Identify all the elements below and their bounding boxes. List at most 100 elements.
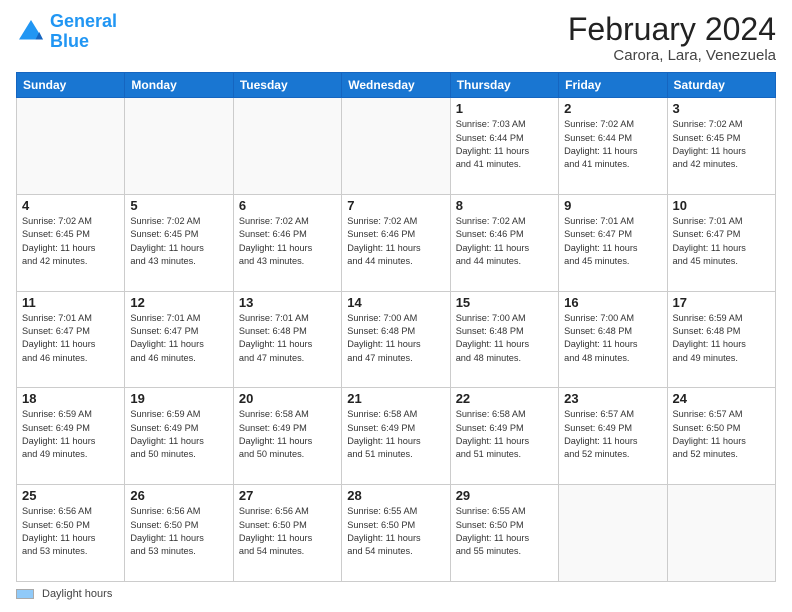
day-info: Sunrise: 7:01 AM Sunset: 6:47 PM Dayligh… <box>673 215 770 268</box>
logo-icon <box>16 17 46 47</box>
calendar-cell: 1 Sunrise: 7:03 AM Sunset: 6:44 PM Daylig… <box>450 98 558 195</box>
calendar-cell: 25 Sunrise: 6:56 AM Sunset: 6:50 PM Dayli… <box>17 485 125 582</box>
day-number: 8 <box>456 198 553 213</box>
day-info: Sunrise: 6:58 AM Sunset: 6:49 PM Dayligh… <box>239 408 336 461</box>
day-number: 25 <box>22 488 119 503</box>
logo-text: General Blue <box>50 12 117 52</box>
calendar-cell: 26 Sunrise: 6:56 AM Sunset: 6:50 PM Dayli… <box>125 485 233 582</box>
day-info: Sunrise: 7:01 AM Sunset: 6:48 PM Dayligh… <box>239 312 336 365</box>
page: General Blue February 2024 Carora, Lara,… <box>0 0 792 612</box>
calendar-cell <box>233 98 341 195</box>
calendar-cell <box>342 98 450 195</box>
calendar-cell: 5 Sunrise: 7:02 AM Sunset: 6:45 PM Daylig… <box>125 194 233 291</box>
week-row-2: 11Sunrise: 7:01 AM Sunset: 6:47 PM Dayli… <box>17 291 776 388</box>
day-info: Sunrise: 6:58 AM Sunset: 6:49 PM Dayligh… <box>456 408 553 461</box>
day-number: 15 <box>456 295 553 310</box>
day-info: Sunrise: 6:59 AM Sunset: 6:49 PM Dayligh… <box>22 408 119 461</box>
calendar-cell: 21Sunrise: 6:58 AM Sunset: 6:49 PM Dayli… <box>342 388 450 485</box>
day-header-tuesday: Tuesday <box>233 73 341 98</box>
day-number: 26 <box>130 488 227 503</box>
week-row-0: 1 Sunrise: 7:03 AM Sunset: 6:44 PM Daylig… <box>17 98 776 195</box>
calendar-cell: 20 Sunrise: 6:58 AM Sunset: 6:49 PM Dayli… <box>233 388 341 485</box>
day-number: 17 <box>673 295 770 310</box>
calendar-cell: 10 Sunrise: 7:01 AM Sunset: 6:47 PM Dayli… <box>667 194 775 291</box>
calendar-cell: 28 Sunrise: 6:55 AM Sunset: 6:50 PM Dayli… <box>342 485 450 582</box>
day-info: Sunrise: 6:57 AM Sunset: 6:50 PM Dayligh… <box>673 408 770 461</box>
day-number: 21 <box>347 391 444 406</box>
day-number: 2 <box>564 101 661 116</box>
calendar-cell: 7 Sunrise: 7:02 AM Sunset: 6:46 PM Daylig… <box>342 194 450 291</box>
day-info: Sunrise: 6:56 AM Sunset: 6:50 PM Dayligh… <box>239 505 336 558</box>
calendar-table: SundayMondayTuesdayWednesdayThursdayFrid… <box>16 72 776 582</box>
day-number: 14 <box>347 295 444 310</box>
day-info: Sunrise: 7:00 AM Sunset: 6:48 PM Dayligh… <box>564 312 661 365</box>
day-info: Sunrise: 7:01 AM Sunset: 6:47 PM Dayligh… <box>564 215 661 268</box>
calendar-cell: 22 Sunrise: 6:58 AM Sunset: 6:49 PM Dayli… <box>450 388 558 485</box>
day-number: 5 <box>130 198 227 213</box>
day-info: Sunrise: 7:02 AM Sunset: 6:46 PM Dayligh… <box>239 215 336 268</box>
month-year: February 2024 <box>568 12 776 47</box>
calendar-cell: 9 Sunrise: 7:01 AM Sunset: 6:47 PM Daylig… <box>559 194 667 291</box>
calendar-cell: 11Sunrise: 7:01 AM Sunset: 6:47 PM Dayli… <box>17 291 125 388</box>
day-info: Sunrise: 6:59 AM Sunset: 6:49 PM Dayligh… <box>130 408 227 461</box>
day-number: 6 <box>239 198 336 213</box>
day-info: Sunrise: 6:55 AM Sunset: 6:50 PM Dayligh… <box>347 505 444 558</box>
day-header-monday: Monday <box>125 73 233 98</box>
day-info: Sunrise: 7:02 AM Sunset: 6:46 PM Dayligh… <box>347 215 444 268</box>
footer: Daylight hours <box>16 588 776 600</box>
day-info: Sunrise: 6:56 AM Sunset: 6:50 PM Dayligh… <box>130 505 227 558</box>
day-info: Sunrise: 6:56 AM Sunset: 6:50 PM Dayligh… <box>22 505 119 558</box>
day-info: Sunrise: 6:55 AM Sunset: 6:50 PM Dayligh… <box>456 505 553 558</box>
day-number: 22 <box>456 391 553 406</box>
calendar-cell: 29 Sunrise: 6:55 AM Sunset: 6:50 PM Dayli… <box>450 485 558 582</box>
calendar-cell: 8Sunrise: 7:02 AM Sunset: 6:46 PM Daylig… <box>450 194 558 291</box>
day-number: 20 <box>239 391 336 406</box>
day-number: 23 <box>564 391 661 406</box>
daylight-swatch <box>16 589 34 599</box>
day-number: 1 <box>456 101 553 116</box>
day-info: Sunrise: 7:02 AM Sunset: 6:45 PM Dayligh… <box>130 215 227 268</box>
calendar-cell: 14Sunrise: 7:00 AM Sunset: 6:48 PM Dayli… <box>342 291 450 388</box>
logo-line2: Blue <box>50 31 89 51</box>
day-info: Sunrise: 7:03 AM Sunset: 6:44 PM Dayligh… <box>456 118 553 171</box>
calendar-cell: 23Sunrise: 6:57 AM Sunset: 6:49 PM Dayli… <box>559 388 667 485</box>
header: General Blue February 2024 Carora, Lara,… <box>16 12 776 64</box>
day-number: 27 <box>239 488 336 503</box>
calendar-cell: 19 Sunrise: 6:59 AM Sunset: 6:49 PM Dayli… <box>125 388 233 485</box>
day-number: 29 <box>456 488 553 503</box>
title-block: February 2024 Carora, Lara, Venezuela <box>568 12 776 64</box>
day-info: Sunrise: 7:00 AM Sunset: 6:48 PM Dayligh… <box>456 312 553 365</box>
day-header-saturday: Saturday <box>667 73 775 98</box>
week-row-3: 18 Sunrise: 6:59 AM Sunset: 6:49 PM Dayli… <box>17 388 776 485</box>
location: Carora, Lara, Venezuela <box>568 47 776 64</box>
calendar-cell: 4Sunrise: 7:02 AM Sunset: 6:45 PM Daylig… <box>17 194 125 291</box>
calendar-cell: 27 Sunrise: 6:56 AM Sunset: 6:50 PM Dayli… <box>233 485 341 582</box>
calendar-cell <box>559 485 667 582</box>
day-number: 3 <box>673 101 770 116</box>
daylight-label: Daylight hours <box>42 588 112 600</box>
week-row-1: 4 Sunrise: 7:02 AM Sunset: 6:45 PM Daylig… <box>17 194 776 291</box>
logo-line1: General <box>50 11 117 31</box>
day-number: 4 <box>22 198 119 213</box>
calendar-cell: 15 Sunrise: 7:00 AM Sunset: 6:48 PM Dayli… <box>450 291 558 388</box>
calendar-cell: 24Sunrise: 6:57 AM Sunset: 6:50 PM Dayli… <box>667 388 775 485</box>
day-number: 10 <box>673 198 770 213</box>
calendar-cell: 18 Sunrise: 6:59 AM Sunset: 6:49 PM Dayli… <box>17 388 125 485</box>
calendar-cell <box>125 98 233 195</box>
calendar-cell: 3Sunrise: 7:02 AM Sunset: 6:45 PM Daylig… <box>667 98 775 195</box>
day-number: 16 <box>564 295 661 310</box>
calendar-cell: 12Sunrise: 7:01 AM Sunset: 6:47 PM Dayli… <box>125 291 233 388</box>
day-number: 28 <box>347 488 444 503</box>
day-number: 18 <box>22 391 119 406</box>
day-number: 19 <box>130 391 227 406</box>
day-number: 12 <box>130 295 227 310</box>
calendar-cell <box>17 98 125 195</box>
day-number: 9 <box>564 198 661 213</box>
logo: General Blue <box>16 12 117 52</box>
day-info: Sunrise: 7:01 AM Sunset: 6:47 PM Dayligh… <box>22 312 119 365</box>
day-header-sunday: Sunday <box>17 73 125 98</box>
calendar-cell: 13Sunrise: 7:01 AM Sunset: 6:48 PM Dayli… <box>233 291 341 388</box>
day-header-row: SundayMondayTuesdayWednesdayThursdayFrid… <box>17 73 776 98</box>
day-number: 7 <box>347 198 444 213</box>
calendar-cell <box>667 485 775 582</box>
